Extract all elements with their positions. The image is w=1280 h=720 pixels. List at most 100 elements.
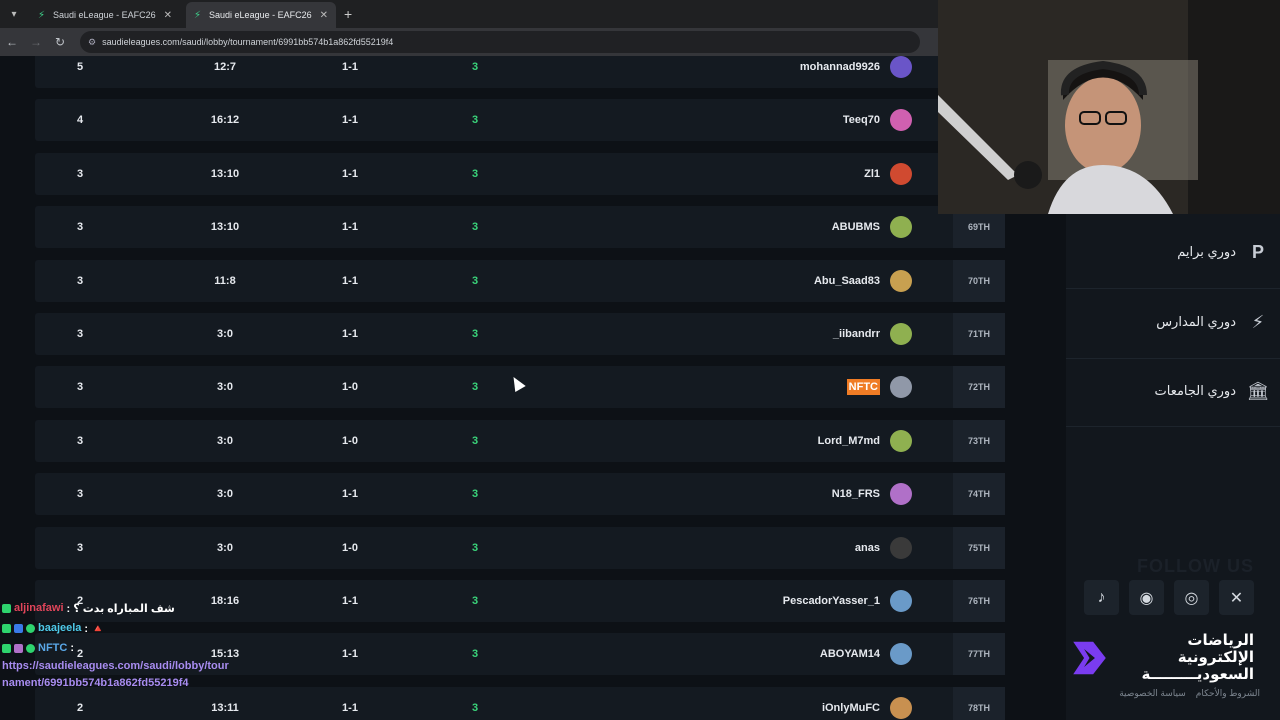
played-cell: 3 bbox=[471, 114, 479, 127]
leaderboard-row[interactable]: 3 3:0 1-0 3 Lord_M7md 73TH bbox=[35, 419, 1005, 462]
player-name-text: Lord_M7md bbox=[817, 434, 880, 447]
instagram-icon[interactable]: ◎ bbox=[1174, 580, 1209, 615]
win-loss-cell: 1-0 bbox=[342, 434, 358, 447]
player-name-text: _iibandrr bbox=[832, 328, 880, 340]
tiktok-icon[interactable]: ♪ bbox=[1084, 580, 1119, 615]
player-name[interactable]: _iibandrr bbox=[580, 313, 880, 355]
player-name[interactable]: N18_FRS bbox=[580, 473, 880, 515]
rank-badge: 74TH bbox=[953, 473, 1005, 516]
mic-badge-icon bbox=[14, 643, 23, 653]
points-cell: 3 bbox=[76, 381, 84, 394]
browser-tab-1[interactable]: ⚡ Saudi eLeague - EAFC26 ✕ bbox=[30, 2, 180, 28]
sidebar-item-label: دوري برايم bbox=[1177, 244, 1236, 259]
player-name[interactable]: iOnlyMuFC bbox=[580, 687, 880, 720]
played-cell: 3 bbox=[471, 595, 479, 607]
player-name-text: iOnlyMuFC bbox=[821, 701, 880, 714]
kick-badge-icon bbox=[2, 623, 11, 633]
leaderboard-row[interactable]: 3 11:8 1-1 3 Abu_Saad83 70TH bbox=[35, 259, 1005, 302]
avatar bbox=[890, 536, 912, 559]
player-name[interactable]: ABUBMS bbox=[580, 206, 880, 248]
leaderboard-row[interactable]: 3 3:0 1-1 3 _iibandrr 71TH bbox=[35, 313, 1005, 355]
points-cell: 3 bbox=[76, 434, 84, 447]
leaderboard-row[interactable]: 5 12:7 1-1 3 mohannad9926 bbox=[35, 56, 1005, 88]
x-icon[interactable]: ✕ bbox=[1219, 580, 1254, 615]
sidebar-item-prime-league[interactable]: دوري برايم P bbox=[1177, 240, 1270, 264]
url-field[interactable]: ⚙ saudieleagues.com/saudi/lobby/tourname… bbox=[80, 31, 920, 53]
forward-arrow-icon[interactable]: → bbox=[24, 35, 48, 49]
site-info-icon[interactable]: ⚙ bbox=[88, 37, 96, 48]
privacy-link[interactable]: سياسة الخصوصية bbox=[1119, 688, 1186, 699]
played-cell: 3 bbox=[471, 541, 479, 554]
played-cell: 3 bbox=[471, 221, 479, 234]
played-cell: 3 bbox=[471, 648, 479, 661]
leaderboard-row[interactable]: 3 13:10 1-1 3 Zl1 bbox=[35, 152, 1005, 195]
footer-links: سياسة الخصوصية الشروط والأحكام bbox=[1119, 688, 1260, 699]
brand-line-2: السعوديـــــــــة bbox=[1141, 666, 1254, 683]
player-name[interactable]: Zl1 bbox=[580, 153, 880, 195]
leaderboard-row[interactable]: 3 13:10 1-1 3 ABUBMS 69TH bbox=[35, 206, 1005, 249]
goals-cell: 3:0 bbox=[217, 328, 233, 340]
player-name-text: Abu_Saad83 bbox=[813, 274, 880, 287]
sidebar-item-universities-league[interactable]: دوري الجامعات 🏛 bbox=[1155, 379, 1271, 403]
rank-badge: 77TH bbox=[953, 633, 1005, 676]
played-cell: 3 bbox=[471, 701, 479, 714]
avatar bbox=[890, 590, 912, 612]
win-loss-cell: 1-1 bbox=[342, 114, 358, 127]
player-name[interactable]: PescadorYasser_1 bbox=[580, 580, 880, 622]
avatar bbox=[890, 216, 912, 239]
site-favicon-icon: ⚡ bbox=[38, 9, 46, 21]
tab-title: Saudi eLeague - EAFC26 bbox=[53, 10, 156, 20]
points-cell: 3 bbox=[76, 488, 84, 501]
player-name[interactable]: mohannad9926 bbox=[580, 56, 880, 88]
player-name[interactable]: ABOYAM14 bbox=[580, 633, 880, 675]
webcam-feed bbox=[938, 0, 1280, 214]
avatar bbox=[890, 376, 912, 399]
streamer-image bbox=[938, 0, 1280, 214]
win-loss-cell: 1-1 bbox=[342, 328, 358, 340]
reload-icon[interactable]: ↻ bbox=[48, 35, 72, 49]
close-tab-icon[interactable]: ✕ bbox=[320, 10, 328, 21]
brand-line-1: الرياضات الإلكترونية bbox=[1177, 632, 1254, 666]
leaderboard-row[interactable]: 4 16:12 1-1 3 Teeq70 bbox=[35, 99, 1005, 142]
rank-badge: 73TH bbox=[953, 419, 1005, 462]
player-name[interactable]: Teeq70 bbox=[580, 99, 880, 141]
prime-league-icon: P bbox=[1251, 241, 1264, 262]
chat-message: NFTC : bbox=[2, 638, 232, 658]
win-loss-cell: 1-1 bbox=[342, 648, 358, 661]
address-bar-row: ← → ↻ ⚙ saudieleagues.com/saudi/lobby/to… bbox=[0, 28, 938, 56]
browser-tab-2[interactable]: ⚡ Saudi eLeague - EAFC26 ✕ bbox=[186, 2, 336, 28]
played-cell: 3 bbox=[471, 61, 479, 73]
new-tab-button[interactable]: + bbox=[344, 6, 352, 22]
avatar bbox=[890, 323, 912, 345]
goals-cell: 3:0 bbox=[217, 488, 233, 501]
played-cell: 3 bbox=[471, 434, 479, 447]
played-cell: 3 bbox=[471, 381, 479, 394]
tab-search-button[interactable]: ▾ bbox=[4, 4, 24, 24]
chat-link[interactable]: https://saudieleagues.com/saudi/lobby/to… bbox=[2, 658, 232, 692]
leaderboard-row[interactable]: 3 3:0 1-1 3 N18_FRS 74TH bbox=[35, 473, 1005, 516]
win-loss-cell: 1-1 bbox=[342, 221, 358, 234]
brand-logo-block[interactable]: الرياضات الإلكترونية السعوديـــــــــة bbox=[1066, 632, 1254, 683]
rank-badge: 78TH bbox=[953, 686, 1005, 720]
back-arrow-icon[interactable]: ← bbox=[0, 35, 24, 49]
leaderboard-row[interactable]: 3 3:0 1-0 3 anas 75TH bbox=[35, 526, 1005, 569]
sefa-logo-icon bbox=[1073, 641, 1106, 674]
points-cell: 3 bbox=[76, 274, 84, 287]
goals-cell: 13:10 bbox=[210, 221, 240, 234]
played-cell: 3 bbox=[471, 274, 479, 287]
player-name[interactable]: anas bbox=[580, 527, 880, 569]
discord-icon[interactable]: ◉ bbox=[1129, 580, 1164, 615]
follow-us-heading: FOLLOW US bbox=[1137, 556, 1254, 576]
sidebar-item-schools-league[interactable]: دوري المدارس ⚡ bbox=[1156, 310, 1270, 334]
terms-link[interactable]: الشروط والأحكام bbox=[1196, 688, 1260, 699]
close-tab-icon[interactable]: ✕ bbox=[164, 10, 172, 21]
points-cell: 3 bbox=[76, 167, 84, 180]
stream-chat-overlay: aljinafawi : شف المباراه بدت ؟ baajeela … bbox=[2, 598, 232, 692]
player-name[interactable]: NFTC bbox=[580, 366, 880, 408]
player-name[interactable]: Abu_Saad83 bbox=[580, 260, 880, 302]
verified-badge-icon bbox=[26, 643, 35, 653]
url-text: saudieleagues.com/saudi/lobby/tournament… bbox=[102, 37, 394, 47]
win-loss-cell: 1-0 bbox=[342, 541, 358, 554]
divider bbox=[1066, 426, 1280, 427]
player-name[interactable]: Lord_M7md bbox=[580, 420, 880, 462]
